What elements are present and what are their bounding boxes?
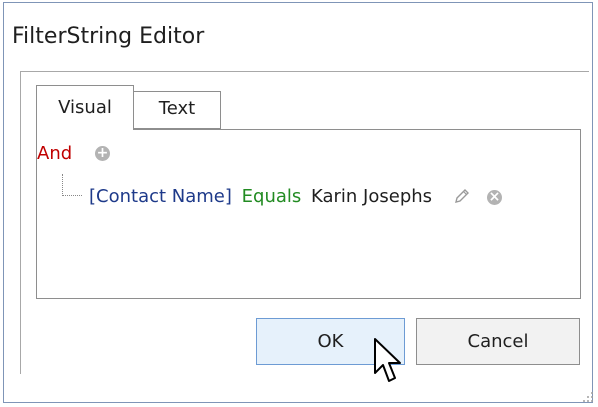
visual-tab-panel bbox=[36, 129, 581, 299]
group-operator-and[interactable]: And bbox=[37, 140, 72, 168]
condition-value[interactable]: Karin Josephs bbox=[311, 186, 432, 207]
cancel-button[interactable]: Cancel bbox=[416, 318, 580, 365]
tab-visual[interactable]: Visual bbox=[36, 85, 134, 130]
condition-operator[interactable]: Equals bbox=[242, 186, 302, 207]
pencil-icon[interactable] bbox=[453, 187, 471, 205]
resize-grip-icon[interactable] bbox=[582, 391, 594, 403]
mouse-pointer-icon bbox=[374, 338, 401, 382]
tree-connector-line bbox=[62, 174, 82, 196]
dialog-title: FilterString Editor bbox=[12, 24, 205, 49]
tab-text[interactable]: Text bbox=[133, 91, 221, 129]
remove-condition-icon[interactable]: × bbox=[487, 190, 502, 205]
add-condition-icon[interactable]: + bbox=[95, 146, 110, 161]
filter-condition: [Contact Name] Equals Karin Josephs bbox=[89, 183, 432, 211]
condition-field[interactable]: [Contact Name] bbox=[89, 186, 232, 207]
